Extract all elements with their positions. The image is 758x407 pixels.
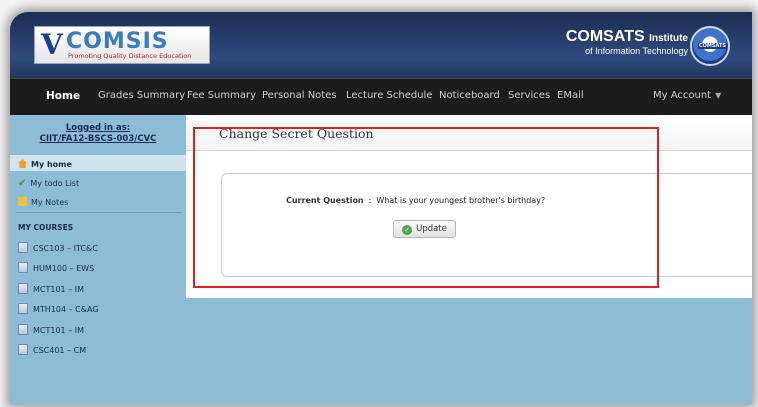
seal-text: COMSATS bbox=[698, 43, 727, 49]
nav-noticeboard[interactable]: Noticeboard bbox=[439, 90, 500, 101]
sidebar-item-label: My todo List bbox=[30, 179, 80, 188]
current-question-row: Current Question: What is your youngest b… bbox=[286, 196, 545, 205]
course-label: CSC103 – ITC&C bbox=[33, 244, 98, 253]
question-separator: : bbox=[368, 196, 372, 205]
sidebar-divider bbox=[16, 212, 182, 213]
update-button-label: Update bbox=[416, 224, 447, 234]
secret-question-card: Current Question: What is your youngest b… bbox=[221, 173, 752, 277]
note-icon bbox=[18, 197, 27, 206]
course-icon bbox=[18, 344, 28, 355]
course-icon bbox=[18, 324, 28, 335]
user-id: CIIT/FA12-BSCS-003/CVC bbox=[39, 134, 157, 144]
institute-subtitle: of Information Technology bbox=[585, 46, 688, 56]
nav-my-account[interactable]: My Account ▼ bbox=[653, 90, 721, 101]
course-item[interactable]: MTH104 – C&AG bbox=[18, 303, 99, 314]
logo-name: COMSIS bbox=[66, 29, 169, 54]
logo-tagline: Promoting Quality Distance Education bbox=[68, 52, 192, 60]
logged-in-label: Logged in as: bbox=[65, 123, 131, 133]
course-label: MCT101 – IM bbox=[33, 285, 84, 294]
checkmark-icon: ✔ bbox=[18, 178, 27, 189]
nav-grades-summary[interactable]: Grades Summary bbox=[98, 90, 185, 101]
sidebar: Logged in as: CIIT/FA12-BSCS-003/CVC My … bbox=[10, 115, 186, 404]
course-item[interactable]: HUM100 – EWS bbox=[18, 262, 94, 273]
course-label: HUM100 – EWS bbox=[33, 264, 95, 273]
courses-heading: MY COURSES bbox=[18, 223, 74, 232]
institute-name: COMSATS Institute of Information Technol… bbox=[566, 28, 688, 56]
top-nav: Home Grades Summary Fee Summary Personal… bbox=[10, 78, 752, 115]
course-item[interactable]: MCT101 – IM bbox=[18, 324, 84, 335]
comsats-seal-icon: COMSATS bbox=[690, 26, 730, 66]
sidebar-item-label: My home bbox=[31, 160, 72, 169]
page-title: Change Secret Question bbox=[219, 126, 374, 141]
my-account-label: My Account bbox=[653, 90, 712, 101]
nav-lecture-schedule[interactable]: Lecture Schedule bbox=[346, 90, 432, 101]
course-icon bbox=[18, 283, 28, 294]
app-window: V COMSIS Promoting Quality Distance Educ… bbox=[10, 12, 752, 404]
nav-services[interactable]: Services bbox=[508, 90, 550, 101]
nav-fee-summary[interactable]: Fee Summary bbox=[187, 90, 256, 101]
current-question-label: Current Question bbox=[286, 196, 364, 205]
institute-title: COMSATS bbox=[565, 28, 645, 45]
course-item[interactable]: CSC103 – ITC&C bbox=[18, 242, 98, 253]
institute-suffix: Institute bbox=[649, 33, 688, 44]
course-label: CSC401 – CM bbox=[33, 346, 87, 355]
page-title-bar: Change Secret Question bbox=[186, 115, 752, 151]
course-item[interactable]: MCT101 – IM bbox=[18, 283, 84, 294]
sidebar-item-my-todo-list[interactable]: ✔ My todo List bbox=[18, 178, 79, 189]
logged-in-info[interactable]: Logged in as: CIIT/FA12-BSCS-003/CVC bbox=[10, 123, 186, 145]
comsis-logo[interactable]: V COMSIS Promoting Quality Distance Educ… bbox=[34, 26, 210, 64]
current-question-value: What is your youngest brother's birthday… bbox=[376, 196, 546, 205]
nav-personal-notes[interactable]: Personal Notes bbox=[262, 90, 337, 101]
course-label: MCT101 – IM bbox=[33, 326, 84, 335]
course-label: MTH104 – C&AG bbox=[33, 305, 99, 314]
course-icon bbox=[18, 262, 28, 273]
home-icon bbox=[18, 159, 27, 168]
sidebar-item-my-notes[interactable]: My Notes bbox=[18, 197, 68, 207]
header-banner: V COMSIS Promoting Quality Distance Educ… bbox=[10, 12, 752, 78]
sidebar-item-my-home[interactable]: My home bbox=[18, 159, 72, 169]
sidebar-item-label: My Notes bbox=[31, 198, 69, 207]
main-panel: Change Secret Question Current Question:… bbox=[186, 115, 752, 298]
course-icon bbox=[18, 242, 28, 253]
update-button[interactable]: ✓ Update bbox=[393, 220, 456, 238]
logo-letter: V bbox=[41, 28, 63, 61]
checkmark-circle-icon: ✓ bbox=[402, 225, 413, 235]
nav-email[interactable]: EMail bbox=[557, 90, 584, 101]
course-icon bbox=[18, 303, 28, 314]
nav-home[interactable]: Home bbox=[46, 90, 80, 102]
chevron-down-icon: ▼ bbox=[715, 91, 722, 100]
course-item[interactable]: CSC401 – CM bbox=[18, 344, 86, 355]
